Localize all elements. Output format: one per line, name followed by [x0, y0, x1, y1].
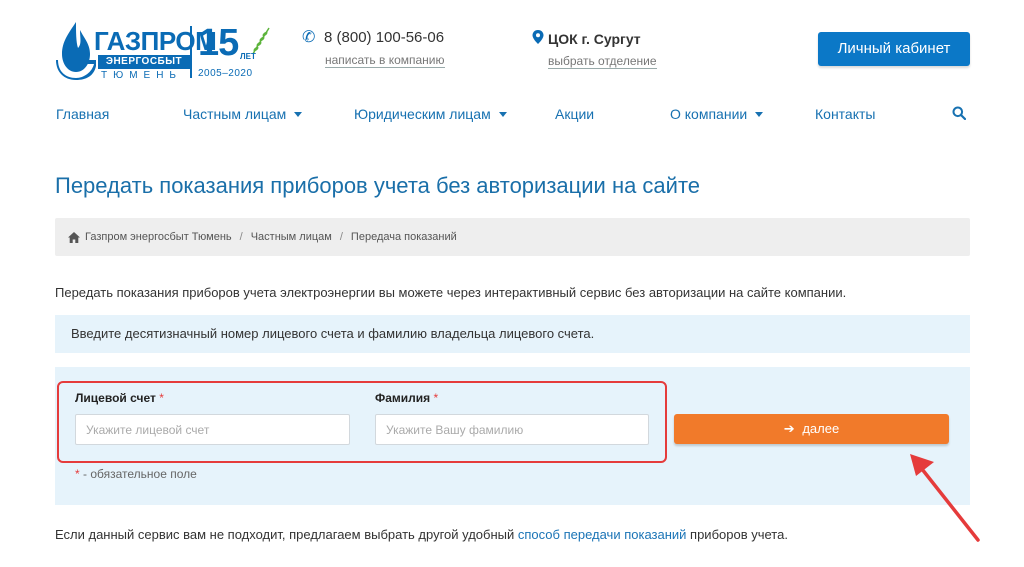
- gas-flame-logo-icon: [56, 22, 96, 80]
- nav-about[interactable]: О компании: [670, 106, 764, 122]
- nav-contacts[interactable]: Контакты: [815, 106, 875, 122]
- company-logo[interactable]: ГАЗПРОМ ЭНЕРГОСБЫТ ТЮМЕНЬ 15 ЛЕТ 2005–20…: [54, 20, 270, 81]
- breadcrumb-item-current: Передача показаний: [350, 231, 457, 243]
- arrow-right-icon: ➔: [783, 421, 795, 436]
- breadcrumb-item-home[interactable]: Газпром энергосбыт Тюмень: [85, 231, 232, 243]
- phone-icon: ✆: [302, 29, 316, 46]
- alternative-methods-text: Если данный сервис вам не подходит, пред…: [55, 527, 788, 543]
- nav-promotions[interactable]: Акции: [555, 106, 594, 122]
- required-mark: *: [159, 391, 164, 405]
- surname-label-text: Фамилия: [375, 391, 431, 405]
- nav-legal-entities[interactable]: Юридическим лицам: [354, 106, 507, 122]
- logo-subtitle: ЭНЕРГОСБЫТ: [98, 55, 190, 69]
- logo-anniversary: 15: [198, 22, 239, 64]
- account-label: Лицевой счет *: [75, 391, 164, 405]
- intro-text: Передать показания приборов учета электр…: [55, 285, 847, 300]
- write-to-company-link[interactable]: написать в компанию: [325, 53, 445, 68]
- next-button[interactable]: ➔ далее: [674, 414, 949, 444]
- next-button-label: далее: [802, 421, 840, 436]
- choose-office-link[interactable]: выбрать отделение: [548, 54, 657, 69]
- breadcrumb: Газпром энергосбыт Тюмень / Частным лица…: [55, 218, 970, 256]
- nav-individuals-label: Частным лицам: [183, 106, 287, 122]
- chevron-down-icon: [755, 111, 764, 117]
- logo-city: ТЮМЕНЬ: [101, 70, 182, 81]
- surname-label: Фамилия *: [375, 391, 438, 405]
- phone-number[interactable]: 8 (800) 100-56-06: [324, 30, 444, 46]
- current-office[interactable]: ЦОК г. Сургут: [548, 31, 641, 47]
- breadcrumb-item-individuals[interactable]: Частным лицам: [251, 231, 332, 243]
- logo-let: ЛЕТ: [240, 52, 256, 61]
- info-message: Введите десятизначный номер лицевого сче…: [55, 315, 970, 353]
- nav-about-label: О компании: [670, 106, 748, 122]
- nav-promotions-label: Акции: [555, 106, 595, 122]
- account-label-text: Лицевой счет: [75, 391, 156, 405]
- nav-legal-label: Юридическим лицам: [354, 106, 491, 122]
- breadcrumb-separator: /: [239, 231, 243, 243]
- required-note-text: - обязательное поле: [83, 467, 197, 481]
- alt-text-before: Если данный сервис вам не подходит, пред…: [55, 527, 518, 542]
- nav-home-label: Главная: [56, 106, 110, 122]
- required-mark: *: [433, 391, 439, 405]
- nav-home[interactable]: Главная: [56, 106, 109, 122]
- submission-methods-link[interactable]: способ передачи показаний: [518, 527, 687, 542]
- chevron-down-icon: [498, 111, 507, 117]
- breadcrumb-separator: /: [339, 231, 343, 243]
- logo-years: 2005–2020: [198, 68, 253, 79]
- nav-individuals[interactable]: Частным лицам: [183, 106, 303, 122]
- surname-input[interactable]: [375, 414, 649, 445]
- red-annotation-arrow-icon: [910, 454, 980, 542]
- alt-text-after: приборов учета.: [686, 527, 788, 542]
- account-number-input[interactable]: [75, 414, 350, 445]
- nav-contacts-label: Контакты: [815, 106, 876, 122]
- personal-cabinet-button[interactable]: Личный кабинет: [818, 32, 970, 66]
- page-title: Передать показания приборов учета без ав…: [55, 173, 701, 198]
- required-field-note: * - обязательное поле: [75, 467, 197, 481]
- required-mark: *: [75, 467, 80, 481]
- chevron-down-icon: [294, 111, 303, 117]
- search-icon[interactable]: [952, 106, 966, 120]
- location-pin-icon: [532, 30, 544, 44]
- logo-divider: [190, 26, 192, 78]
- home-icon[interactable]: [68, 231, 80, 243]
